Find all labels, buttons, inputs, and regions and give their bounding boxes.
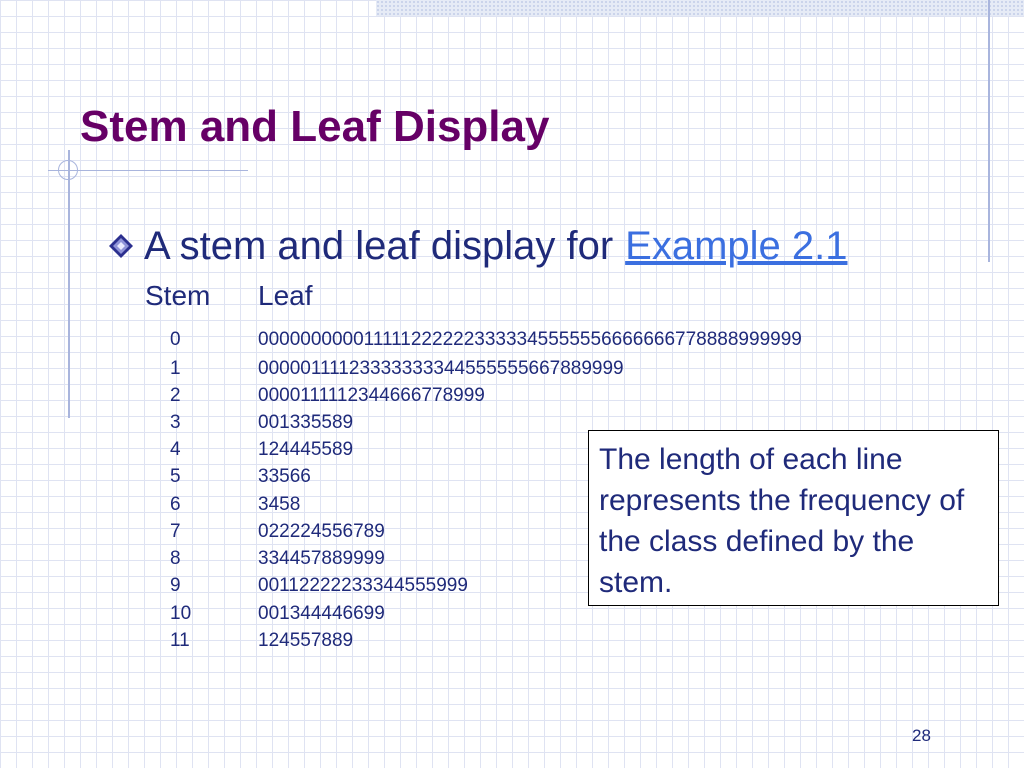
stem-value: 2 (170, 385, 181, 406)
stem-value: 7 (170, 521, 181, 542)
note-box: The length of each line represents the f… (588, 430, 999, 606)
decorative-top-band (376, 0, 1024, 16)
slide-title: Stem and Leaf Display (80, 102, 550, 151)
leaf-values: 00000111123333333344555555667889999 (258, 358, 624, 379)
stem-value: 8 (170, 548, 181, 569)
leaf-values: 124557889 (258, 630, 354, 651)
stem-value: 5 (170, 466, 181, 487)
decorative-title-underline (48, 170, 248, 171)
leaf-values: 334457889999 (258, 548, 385, 569)
stem-header: Stem (145, 280, 211, 311)
stem-value: 3 (170, 412, 181, 433)
bullet-item: A stem and leaf display for Example 2.1 (108, 222, 847, 270)
decorative-circle (58, 160, 78, 180)
page-number: 28 (912, 726, 931, 745)
decorative-left-line (68, 150, 70, 418)
stem-value: 6 (170, 494, 181, 515)
leaf-values: 001344446699 (258, 603, 385, 624)
stem-value: 9 (170, 575, 181, 596)
leaf-values: 001335589 (258, 412, 354, 433)
example-link[interactable]: Example 2.1 (625, 224, 847, 269)
stem-value: 4 (170, 439, 181, 460)
leaf-values: 3458 (258, 494, 301, 515)
decorative-right-line (988, 0, 990, 262)
stem-value: 1 (170, 358, 181, 379)
leaf-values: 0000000000111112222223333345555556666666… (258, 329, 802, 350)
leaf-values: 33566 (258, 466, 311, 487)
leaf-values: 00112222233344555999 (258, 575, 468, 596)
bullet-text: A stem and leaf display for (144, 223, 614, 268)
leaf-header: Leaf (258, 280, 313, 311)
leaf-values: 0000111112344666778999 (258, 385, 485, 406)
leaf-values: 022224556789 (258, 521, 385, 542)
leaf-values: 124445589 (258, 439, 354, 460)
note-text: The length of each line represents the f… (599, 443, 965, 599)
stem-value: 0 (170, 329, 181, 350)
stem-value: 10 (170, 603, 192, 624)
stem-value: 11 (170, 630, 190, 651)
diamond-bullet-icon (108, 233, 134, 259)
